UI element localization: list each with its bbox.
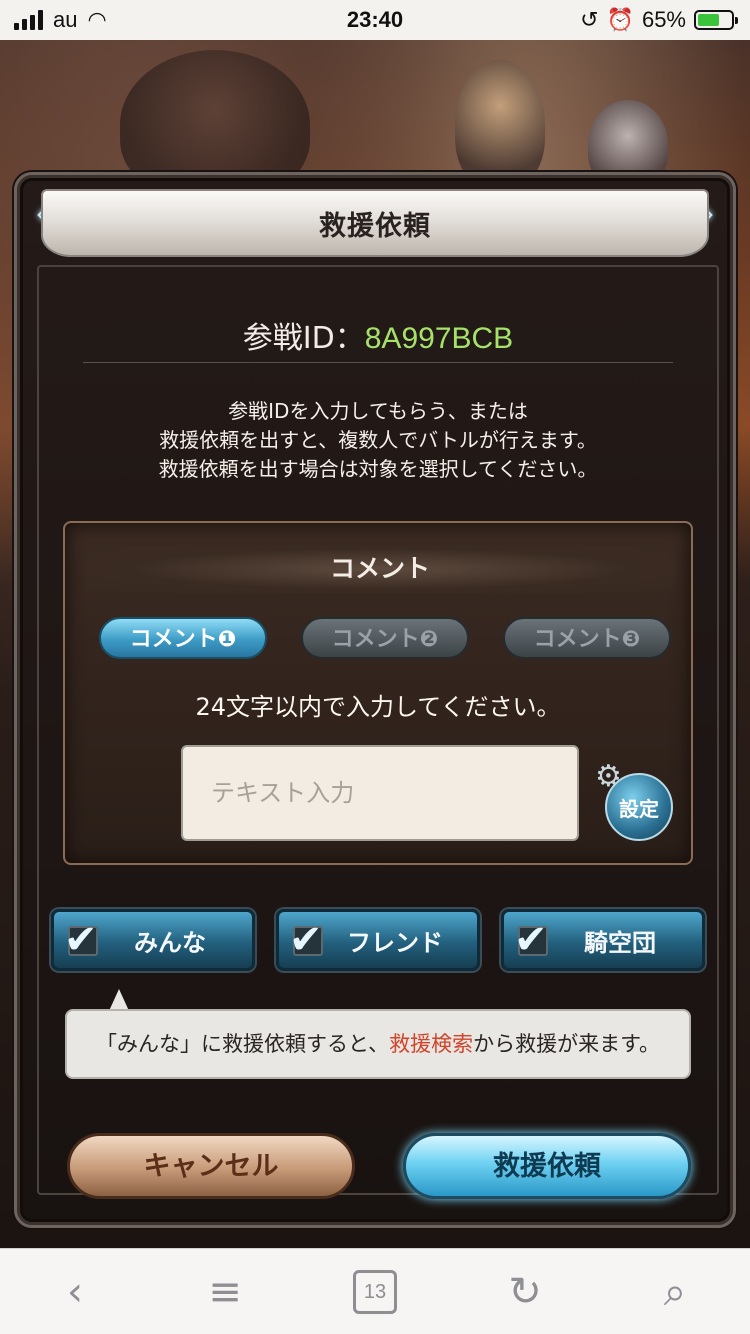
checkbox-friend[interactable]: ✔ フレンド	[276, 909, 480, 971]
tabs-button[interactable]: 13	[345, 1262, 405, 1322]
menu-icon[interactable]: ≡	[195, 1262, 255, 1322]
battery-icon	[694, 10, 738, 30]
info-tip: 「みんな」に救援依頼すると、救援検索から救援が来ます。	[65, 1009, 691, 1079]
battle-id: 参戦ID：8A997BCB	[17, 313, 739, 357]
status-right: ↺ ⏰ 65%	[580, 7, 738, 33]
cancel-button[interactable]: キャンセル	[67, 1133, 355, 1199]
tab-comment-2[interactable]: コメント❷	[301, 617, 469, 659]
orientation-lock-icon: ↺	[580, 7, 599, 32]
tab-count: 13	[353, 1269, 397, 1314]
tip-highlight: 救援検索	[389, 1032, 474, 1056]
tip-text: から救援が来ます。	[473, 1032, 661, 1056]
status-bar: au ◠ 23:40 ↺ ⏰ 65%	[0, 0, 750, 40]
search-icon[interactable]: ⌕	[645, 1262, 705, 1322]
back-icon[interactable]: ‹	[45, 1262, 105, 1322]
alarm-icon: ⏰	[606, 7, 634, 32]
checkbox-label: フレンド	[347, 928, 443, 957]
tip-pointer	[109, 989, 129, 1011]
rescue-request-button[interactable]: 救援依頼	[403, 1133, 691, 1199]
battle-id-label: 参戦ID：	[242, 321, 365, 356]
tab-comment-3[interactable]: コメント❸	[503, 617, 671, 659]
description-line: 参戦IDを入力してもらう、または	[228, 399, 528, 423]
browser-toolbar: ‹ ≡ 13 ↻ ⌕	[0, 1248, 750, 1334]
background-character-middle	[455, 60, 545, 190]
checkbox-crew[interactable]: ✔ 騎空団	[501, 909, 705, 971]
description-line: 救援依頼を出すと、複数人でバトルが行えます。	[159, 428, 597, 452]
comment-tabs: コメント❶ コメント❷ コメント❸	[99, 617, 671, 659]
target-checkboxes: ✔ みんな ✔ フレンド ✔ 騎空団	[51, 909, 705, 971]
description-line: 救援依頼を出す場合は対象を選択してください。	[158, 457, 598, 481]
settings-label: 設定	[619, 796, 659, 821]
checkbox-everyone[interactable]: ✔ みんな	[51, 909, 255, 971]
dialog-title: 救援依頼	[41, 189, 709, 257]
description: 参戦IDを入力してもらう、または 救援依頼を出すと、複数人でバトルが行えます。 …	[17, 397, 739, 484]
tip-text: 「みんな」に救援依頼すると、	[95, 1032, 390, 1056]
divider	[83, 362, 673, 363]
comment-header: コメント	[85, 545, 675, 593]
tab-comment-1[interactable]: コメント❶	[99, 617, 267, 659]
reload-icon[interactable]: ↻	[495, 1262, 555, 1322]
battle-id-value[interactable]: 8A997BCB	[365, 322, 513, 355]
checkbox-label: みんな	[134, 928, 206, 957]
rescue-request-dialog: 救援依頼 参戦ID：8A997BCB 参戦IDを入力してもらう、または 救援依頼…	[14, 172, 736, 1228]
gear-icon: ⚙	[595, 759, 622, 794]
battery-percent: 65%	[641, 7, 686, 32]
comment-input[interactable]	[181, 745, 579, 841]
comment-panel: コメント コメント❶ コメント❷ コメント❸ 24文字以内で入力してください。 …	[63, 521, 693, 865]
settings-button[interactable]: ⚙ 設定	[595, 759, 673, 841]
comment-hint: 24文字以内で入力してください。	[195, 693, 561, 721]
checkbox-label: 騎空団	[584, 928, 656, 957]
